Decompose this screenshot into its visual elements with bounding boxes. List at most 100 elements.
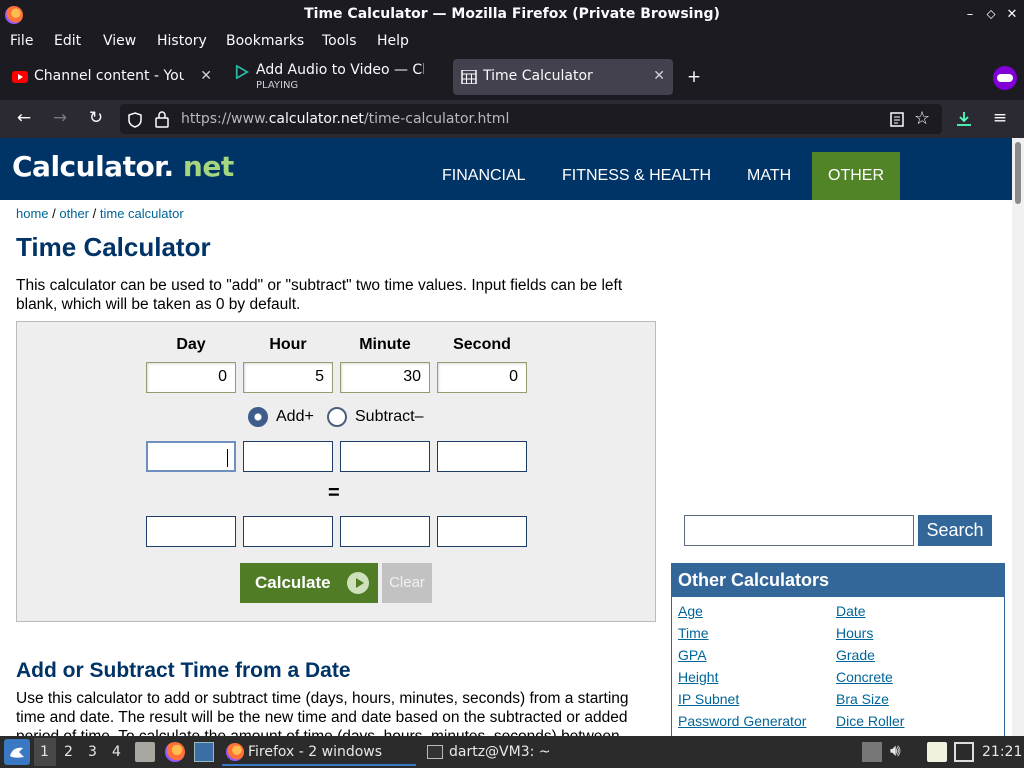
site-search-input[interactable] (684, 515, 914, 546)
link-time[interactable]: Time (678, 625, 709, 641)
nav-math[interactable]: MATH (731, 152, 807, 200)
link-bra-size[interactable]: Bra Size (836, 691, 889, 707)
close-window-button[interactable]: ✕ (1002, 5, 1022, 25)
url-text[interactable]: https://www.calculator.net/time-calculat… (181, 111, 509, 127)
menu-view[interactable]: View (103, 33, 136, 49)
firefox-icon (226, 743, 244, 761)
tab-label: Time Calculator (483, 68, 593, 84)
tab-close-icon[interactable]: ✕ (200, 68, 212, 84)
clipboard-icon[interactable] (927, 742, 947, 762)
subtract-label[interactable]: Subtract– (355, 408, 423, 426)
minute-input-2[interactable] (340, 441, 430, 472)
reader-view-icon[interactable] (890, 112, 904, 127)
firefox-launcher-icon[interactable] (165, 742, 185, 762)
link-gpa[interactable]: GPA (678, 647, 707, 663)
link-height[interactable]: Height (678, 669, 718, 685)
workspace-2[interactable]: 2 (64, 744, 73, 760)
header-day: Day (176, 336, 206, 353)
file-manager-icon[interactable] (135, 742, 155, 762)
calculator-form: Day Hour Minute Second 0 5 30 0 Add+ Sub… (16, 321, 656, 622)
search-button[interactable]: Search (918, 515, 992, 546)
breadcrumb-other[interactable]: other (59, 206, 89, 221)
workspace-1[interactable]: 1 (40, 744, 49, 760)
second-result[interactable] (437, 516, 527, 547)
forward-icon[interactable]: → (48, 108, 72, 128)
link-date[interactable]: Date (836, 603, 866, 619)
desktop-icon[interactable] (194, 742, 214, 762)
volume-icon[interactable]: 🔊︎ (890, 741, 901, 761)
menu-file[interactable]: File (10, 33, 33, 49)
new-tab-button[interactable]: + (682, 67, 706, 87)
download-icon[interactable] (955, 110, 973, 128)
intro-text: This calculator can be used to "add" or … (16, 277, 623, 313)
add-label[interactable]: Add+ (276, 408, 314, 426)
task-firefox[interactable]: Firefox - 2 windows (222, 738, 416, 766)
link-ip-subnet[interactable]: IP Subnet (678, 691, 739, 707)
link-hours[interactable]: Hours (836, 625, 873, 641)
breadcrumb-current[interactable]: time calculator (100, 206, 184, 221)
minute-result[interactable] (340, 516, 430, 547)
day-input-1[interactable]: 0 (146, 362, 236, 393)
nav-fitness-health[interactable]: FITNESS & HEALTH (546, 152, 727, 200)
hour-input-2[interactable] (243, 441, 333, 472)
lock-icon[interactable] (155, 111, 169, 128)
site-logo[interactable]: Calculator. net (12, 150, 234, 183)
bookmark-star-icon[interactable]: ☆ (914, 108, 930, 129)
page-title: Time Calculator (16, 232, 211, 262)
nav-financial[interactable]: FINANCIAL (426, 152, 542, 200)
hour-result[interactable] (243, 516, 333, 547)
calculate-button[interactable]: Calculate (240, 563, 378, 603)
tab-add-audio[interactable]: Add Audio to Video — Cli PLAYING (226, 59, 448, 95)
day-input-2[interactable] (146, 441, 236, 472)
header-second: Second (453, 336, 511, 353)
add-radio[interactable] (248, 407, 268, 427)
window-title: Time Calculator — Mozilla Firefox (Priva… (304, 6, 720, 22)
url-bar[interactable]: https://www.calculator.net/time-calculat… (120, 104, 942, 134)
workspace-4[interactable]: 4 (112, 744, 121, 760)
menu-bookmarks[interactable]: Bookmarks (226, 33, 304, 49)
minimize-button[interactable]: – (960, 5, 980, 25)
tab-close-icon[interactable]: ✕ (653, 68, 665, 84)
hamburger-menu-icon[interactable]: ≡ (988, 108, 1012, 128)
shield-icon[interactable] (128, 112, 142, 128)
back-icon[interactable]: ← (12, 108, 36, 128)
menu-edit[interactable]: Edit (54, 33, 81, 49)
menu-history[interactable]: History (157, 33, 207, 49)
tab-time-calculator[interactable]: Time Calculator ✕ (453, 59, 673, 95)
display-icon[interactable] (954, 742, 974, 762)
tab-label: Channel content - YouTub (34, 68, 184, 84)
link-grade[interactable]: Grade (836, 647, 875, 663)
tab-playing-label: PLAYING (256, 80, 299, 91)
tab-youtube[interactable]: Channel content - YouTub ✕ (4, 59, 220, 95)
notification-area-icon[interactable] (862, 742, 882, 762)
link-password-generator[interactable]: Password Generator (678, 713, 806, 729)
reload-icon[interactable]: ↻ (84, 108, 108, 128)
link-age[interactable]: Age (678, 603, 703, 619)
workspace-3[interactable]: 3 (88, 744, 97, 760)
subtract-radio[interactable] (327, 407, 347, 427)
page-scrollbar[interactable] (1012, 138, 1024, 736)
link-dice-roller[interactable]: Dice Roller (836, 713, 904, 729)
play-icon (235, 65, 249, 79)
maximize-button[interactable]: ⬦ (981, 5, 1001, 25)
arrow-right-icon (347, 572, 369, 594)
minute-input-1[interactable]: 30 (340, 362, 430, 393)
calculator-icon (461, 70, 477, 84)
menu-bar: File Edit View History Bookmarks Tools H… (0, 30, 1024, 54)
breadcrumb-home[interactable]: home (16, 206, 49, 221)
start-menu-icon[interactable] (4, 739, 30, 765)
clear-button[interactable]: Clear (382, 563, 432, 603)
title-bar: Time Calculator — Mozilla Firefox (Priva… (0, 0, 1024, 30)
task-terminal[interactable]: dartz@VM3: ~ (422, 738, 612, 766)
link-concrete[interactable]: Concrete (836, 669, 893, 685)
scrollbar-thumb[interactable] (1015, 142, 1021, 204)
nav-other[interactable]: OTHER (812, 152, 900, 200)
terminal-icon (427, 745, 443, 759)
day-result[interactable] (146, 516, 236, 547)
tab-bar: Channel content - YouTub ✕ Add Audio to … (0, 54, 1024, 100)
menu-tools[interactable]: Tools (322, 33, 357, 49)
hour-input-1[interactable]: 5 (243, 362, 333, 393)
second-input-2[interactable] (437, 441, 527, 472)
menu-help[interactable]: Help (377, 33, 409, 49)
second-input-1[interactable]: 0 (437, 362, 527, 393)
